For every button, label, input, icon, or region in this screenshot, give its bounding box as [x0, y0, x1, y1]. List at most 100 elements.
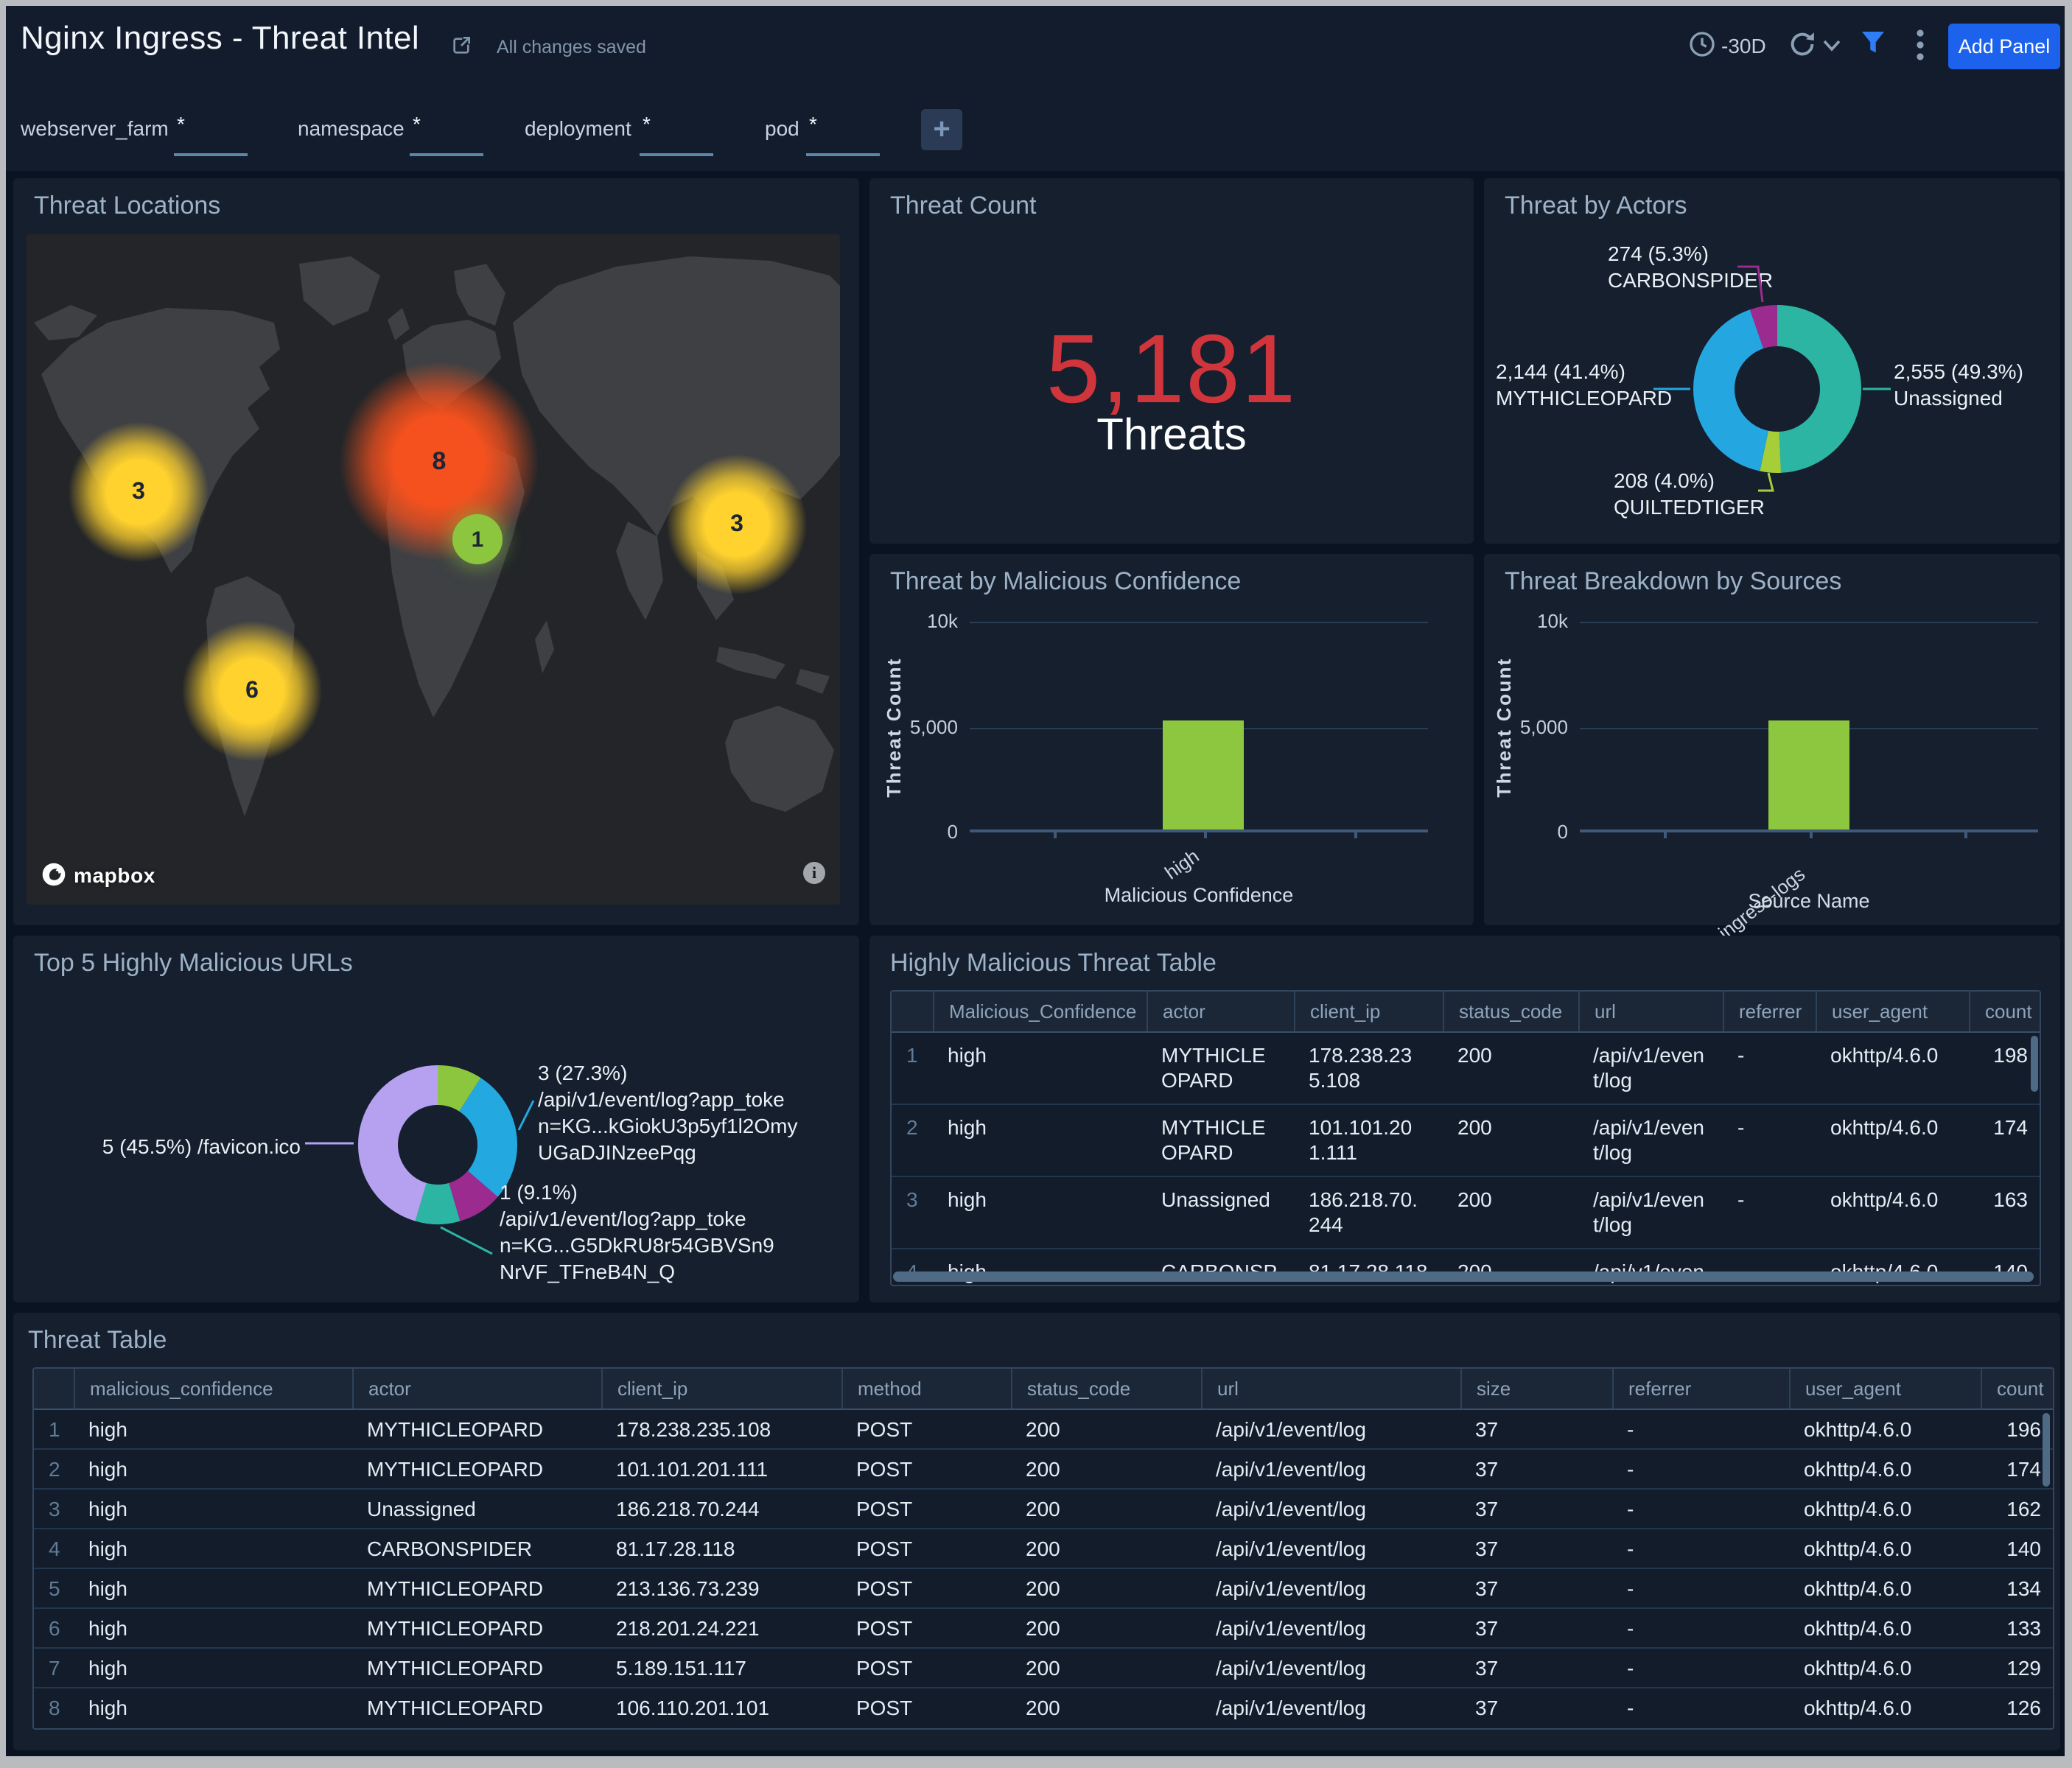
- cell-malicious_confidence: high: [74, 1609, 352, 1647]
- cell-user_agent: okhttp/4.6.0: [1816, 1105, 1969, 1176]
- cell-actor: MYTHICLEOPARD: [352, 1569, 601, 1607]
- cell-status_code: 200: [1011, 1688, 1201, 1727]
- cell-status_code: 200: [1443, 1105, 1578, 1176]
- column-header-actor[interactable]: actor: [352, 1369, 601, 1409]
- column-header-user_agent[interactable]: user_agent: [1816, 992, 1969, 1031]
- share-icon[interactable]: [449, 34, 473, 57]
- column-header-url[interactable]: url: [1201, 1369, 1460, 1409]
- filter-input[interactable]: [410, 153, 483, 156]
- time-range-icon[interactable]: [1687, 29, 1717, 59]
- map-bubble[interactable]: 6: [182, 621, 322, 761]
- map-bubble[interactable]: 3: [69, 422, 209, 562]
- cell-user_agent: okhttp/4.6.0: [1789, 1529, 1981, 1568]
- column-header-malicious_confidence[interactable]: malicious_confidence: [74, 1369, 352, 1409]
- column-header-status_code[interactable]: status_code: [1011, 1369, 1201, 1409]
- column-header-malicious_confidence[interactable]: Malicious_Confidence: [933, 992, 1147, 1031]
- filter-bar: webserver_farm * namespace * deployment …: [6, 88, 2065, 171]
- time-range-value[interactable]: -30D: [1721, 34, 1766, 57]
- column-header-size[interactable]: size: [1460, 1369, 1612, 1409]
- map-bubble[interactable]: 3: [667, 455, 807, 594]
- table-row[interactable]: 2highMYTHICLEOPARD101.101.201.111200/api…: [892, 1105, 2040, 1177]
- cell-size: 37: [1460, 1490, 1612, 1528]
- cell-user_agent: okhttp/4.6.0: [1789, 1410, 1981, 1448]
- mapbox-logo[interactable]: mapbox: [41, 862, 155, 887]
- chevron-down-icon[interactable]: [1823, 38, 1841, 53]
- column-header-user_agent[interactable]: user_agent: [1789, 1369, 1981, 1409]
- bar-nginx-ingress-logs[interactable]: [1768, 720, 1849, 829]
- cell-count: 162: [1981, 1490, 2053, 1528]
- filter-icon[interactable]: [1860, 27, 1886, 59]
- map-bubble[interactable]: 1: [452, 514, 503, 564]
- column-header-n[interactable]: [892, 992, 933, 1031]
- cell-size: 37: [1460, 1609, 1612, 1647]
- column-header-client_ip[interactable]: client_ip: [1294, 992, 1443, 1031]
- filter-input[interactable]: [806, 153, 880, 156]
- add-panel-button[interactable]: Add Panel: [1948, 24, 2060, 69]
- panel-title: Threat Table: [28, 1326, 167, 1355]
- table-row[interactable]: 1highMYTHICLEOPARD178.238.235.108POST200…: [34, 1410, 2053, 1450]
- column-header-client_ip[interactable]: client_ip: [601, 1369, 841, 1409]
- panel-sources-chart: Threat Breakdown by Sources Threat Count…: [1484, 554, 2060, 925]
- table-body: 1highMYTHICLEOPARD178.238.235.108200/api…: [892, 1033, 2040, 1283]
- cell-status_code: 200: [1011, 1529, 1201, 1568]
- table-row[interactable]: 1highMYTHICLEOPARD178.238.235.108200/api…: [892, 1033, 2040, 1105]
- y-tick: 0: [1491, 821, 1568, 843]
- panel-title: Threat Locations: [34, 192, 220, 221]
- x-axis-title: Malicious Confidence: [970, 884, 1428, 906]
- vertical-scrollbar[interactable]: [2043, 1413, 2050, 1487]
- cell-url: /api/v1/event/log: [1201, 1688, 1460, 1727]
- column-header-count[interactable]: count: [1969, 992, 2041, 1031]
- cell-n: 1: [892, 1033, 933, 1104]
- cell-client_ip: 213.136.73.239: [601, 1569, 841, 1607]
- y-tick: 10k: [881, 610, 958, 632]
- cell-malicious_confidence: high: [74, 1688, 352, 1727]
- cell-size: 37: [1460, 1569, 1612, 1607]
- map-info-icon[interactable]: i: [803, 862, 825, 884]
- column-header-referrer[interactable]: referrer: [1723, 992, 1816, 1031]
- filter-input[interactable]: [640, 153, 713, 156]
- table-row[interactable]: 8highMYTHICLEOPARD106.110.201.101POST200…: [34, 1688, 2053, 1727]
- cell-user_agent: okhttp/4.6.0: [1816, 1177, 1969, 1248]
- urls-donut-chart[interactable]: [357, 1064, 519, 1226]
- column-header-actor[interactable]: actor: [1147, 992, 1294, 1031]
- cell-user_agent: okhttp/4.6.0: [1789, 1450, 1981, 1488]
- add-filter-button[interactable]: +: [921, 109, 962, 150]
- refresh-icon[interactable]: [1788, 29, 1817, 59]
- table-row[interactable]: 3highUnassigned186.218.70.244POST200/api…: [34, 1490, 2053, 1529]
- vertical-scrollbar[interactable]: [2031, 1036, 2038, 1092]
- cell-client_ip: 101.101.201.111: [601, 1450, 841, 1488]
- filter-input[interactable]: [174, 153, 248, 156]
- cell-count: 133: [1981, 1609, 2053, 1647]
- column-header-status_code[interactable]: status_code: [1443, 992, 1578, 1031]
- cell-n: 1: [34, 1410, 74, 1448]
- column-header-referrer[interactable]: referrer: [1612, 1369, 1789, 1409]
- actors-donut-chart[interactable]: [1692, 304, 1863, 474]
- bar-high[interactable]: [1163, 720, 1244, 829]
- cell-user_agent: okhttp/4.6.0: [1789, 1609, 1981, 1647]
- cell-client_ip: 186.218.70.244: [601, 1490, 841, 1528]
- cell-malicious_confidence: high: [933, 1033, 1147, 1104]
- cell-actor: MYTHICLEOPARD: [352, 1410, 601, 1448]
- horizontal-scrollbar[interactable]: [893, 1271, 2034, 1282]
- column-header-url[interactable]: url: [1578, 992, 1723, 1031]
- column-header-count[interactable]: count: [1981, 1369, 2054, 1409]
- table-row[interactable]: 6highMYTHICLEOPARD218.201.24.221POST200/…: [34, 1609, 2053, 1649]
- column-header-n[interactable]: [34, 1369, 74, 1409]
- map-bubble[interactable]: 8: [340, 362, 539, 561]
- filter-value: *: [177, 112, 185, 136]
- table-row[interactable]: 4highCARBONSPIDER81.17.28.118POST200/api…: [34, 1529, 2053, 1569]
- table-row[interactable]: 5highMYTHICLEOPARD213.136.73.239POST200/…: [34, 1569, 2053, 1609]
- kebab-menu-icon[interactable]: [1916, 28, 1925, 63]
- table-row[interactable]: 2highMYTHICLEOPARD101.101.201.111POST200…: [34, 1450, 2053, 1490]
- panel-highly-malicious-table: Highly Malicious Threat Table Malicious_…: [869, 936, 2060, 1302]
- table-row[interactable]: 7highMYTHICLEOPARD5.189.151.117POST200/a…: [34, 1649, 2053, 1688]
- table-row[interactable]: 3highUnassigned186.218.70.244200/api/v1/…: [892, 1177, 2040, 1249]
- cell-method: POST: [841, 1649, 1011, 1687]
- panel-title: Top 5 Highly Malicious URLs: [34, 949, 353, 978]
- filter-label: pod: [765, 116, 799, 140]
- world-map[interactable]: 381 3 6 mapbox i: [27, 234, 840, 905]
- cell-status_code: 200: [1011, 1649, 1201, 1687]
- donut-label-quiltedtiger: 208 (4.0%) QUILTEDTIGER: [1614, 467, 1765, 520]
- column-header-method[interactable]: method: [841, 1369, 1011, 1409]
- cell-client_ip: 186.218.70.244: [1294, 1177, 1443, 1248]
